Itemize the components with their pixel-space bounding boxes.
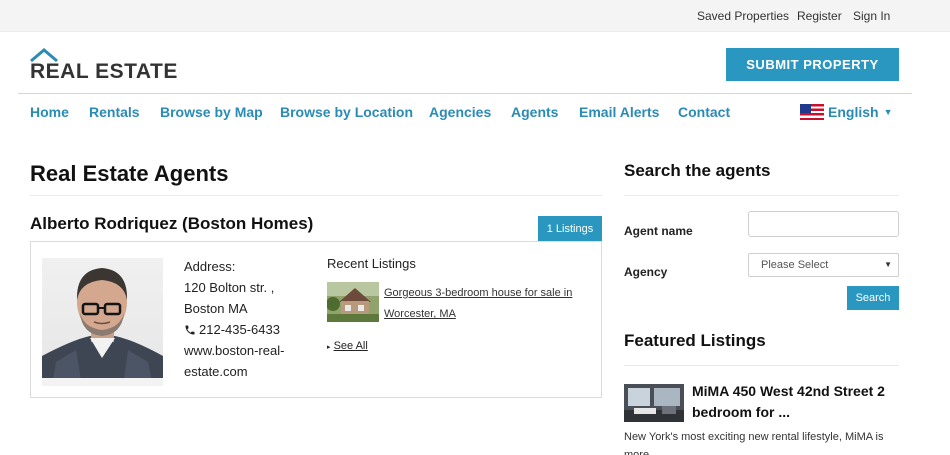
featured-title-divider [624,365,899,366]
nav-item-browse-by-location[interactable]: Browse by Location [280,104,413,120]
recent-listings-title: Recent Listings [327,256,416,271]
agency-label: Agency [624,265,668,279]
address-label: Address: [184,259,236,274]
featured-listing-description: New York's most exciting new rental life… [624,431,884,455]
search-button[interactable]: Search [847,286,899,310]
interior-photo-image [624,384,684,422]
nav-item-home[interactable]: Home [30,104,69,120]
search-agents-title: Search the agents [624,161,771,180]
address-line-2: Boston MA [184,301,248,316]
nav-item-email-alerts[interactable]: Email Alerts [579,104,659,120]
us-flag-icon [800,104,824,120]
nav-item-agencies[interactable]: Agencies [429,104,491,120]
agent-name-input[interactable] [748,211,899,237]
nav-item-rentals[interactable]: Rentals [89,104,140,120]
nav-item-agents[interactable]: Agents [511,104,558,120]
phone-row: 212-435-6433 [184,319,284,340]
nav-divider [18,93,912,94]
page-title: Real Estate Agents [30,161,229,186]
agent-name-label: Agent name [624,224,693,238]
see-all-link[interactable]: ▸ See All [327,340,368,352]
search-title-divider [624,195,899,196]
recent-listing-thumbnail[interactable] [327,282,379,322]
website-line-2[interactable]: estate.com [184,361,284,382]
title-divider [30,195,602,196]
nav-item-contact[interactable]: Contact [678,104,730,120]
agent-photo[interactable] [42,258,163,386]
phone-icon [185,325,195,334]
logo-text: REAL ESTATE [30,60,178,83]
nav-item-browse-by-map[interactable]: Browse by Map [160,104,263,120]
featured-listing-thumbnail[interactable] [624,384,684,422]
phone-number[interactable]: 212-435-6433 [199,319,280,340]
agent-portrait-image [42,268,163,386]
dropdown-arrow-icon: ▼ [884,260,892,269]
agent-contact-info: Address: 120 Bolton str. , Boston MA 212… [184,256,284,382]
agency-select-value: Please Select [761,259,829,271]
house-photo-image [327,282,379,322]
register-link[interactable]: Register [797,9,842,23]
caret-right-icon: ▸ [327,344,331,351]
agency-select[interactable]: Please Select ▼ [748,253,899,277]
listings-count-badge[interactable]: 1 Listings [538,216,602,241]
featured-listing-title[interactable]: MiMA 450 West 42nd Street 2 bedroom for … [692,381,902,423]
featured-listings-title: Featured Listings [624,331,766,350]
caret-down-icon: ▼ [883,107,893,117]
top-bar: Saved Properties Register Sign In [0,0,950,32]
language-selector[interactable]: English ▼ [800,104,892,120]
recent-listing-link[interactable]: Gorgeous 3-bedroom house for sale in Wor… [384,283,584,325]
submit-property-button[interactable]: SUBMIT PROPERTY [726,48,899,81]
language-label: English [828,104,879,120]
agent-card: Address: 120 Bolton str. , Boston MA 212… [30,241,602,398]
sign-in-link[interactable]: Sign In [853,9,890,23]
agent-name[interactable]: Alberto Rodriquez (Boston Homes) [30,214,313,234]
see-all-label: See All [333,340,368,352]
address-line-1: 120 Bolton str. , [184,280,275,295]
saved-properties-link[interactable]: Saved Properties [697,9,789,23]
website-line-1[interactable]: www.boston-real- [184,340,284,361]
site-logo[interactable]: REAL ESTATE [30,47,190,87]
